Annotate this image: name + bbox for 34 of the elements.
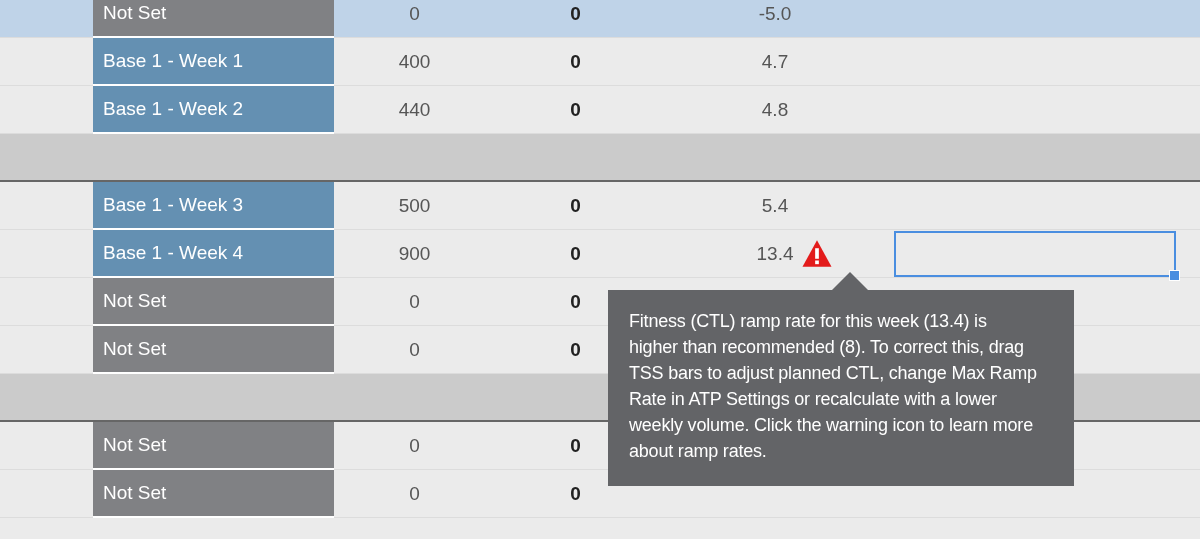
- table-cell: 0: [570, 194, 581, 217]
- table-cell: 0: [409, 482, 420, 505]
- table-cell: 0: [409, 338, 420, 361]
- week-label[interactable]: Not Set: [93, 278, 334, 326]
- table-cell: 0: [570, 290, 581, 313]
- table-cell: 500: [398, 194, 431, 217]
- table-cell: 0: [570, 98, 581, 121]
- table-cell: 900: [398, 242, 431, 265]
- week-label[interactable]: Not Set: [93, 0, 334, 38]
- table-cell: 0: [409, 290, 420, 313]
- table-row[interactable]: Base 1 - Week 3 500 0 5.4: [0, 182, 1200, 230]
- table-row[interactable]: Not Set 0 0 -5.0: [0, 0, 1200, 38]
- table-cell: 440: [398, 98, 431, 121]
- table-cell: 0: [570, 434, 581, 457]
- week-label[interactable]: Not Set: [93, 422, 334, 470]
- table-cell: 0: [409, 2, 420, 25]
- week-label[interactable]: Not Set: [93, 470, 334, 518]
- table-cell: -5.0: [758, 2, 792, 25]
- table-cell: 0: [570, 338, 581, 361]
- table-cell: 0: [570, 50, 581, 73]
- warning-icon[interactable]: [801, 239, 834, 268]
- table-row[interactable]: Base 1 - Week 4 900 0 13.4: [0, 230, 1200, 278]
- table-row[interactable]: Base 1 - Week 1 400 0 4.7: [0, 38, 1200, 86]
- week-label[interactable]: Not Set: [93, 326, 334, 374]
- table-cell: 5.4: [761, 194, 789, 217]
- table-row[interactable]: Base 1 - Week 2 440 0 4.8: [0, 86, 1200, 134]
- table-cell: 0: [570, 482, 581, 505]
- table-cell: 0: [409, 434, 420, 457]
- table-cell: 0: [570, 2, 581, 25]
- table-cell: 4.8: [761, 98, 789, 121]
- table-cell: 400: [398, 50, 431, 73]
- table-cell: 0: [570, 242, 581, 265]
- table-cell: 13.4: [756, 242, 794, 265]
- table-cell: 4.7: [761, 50, 789, 73]
